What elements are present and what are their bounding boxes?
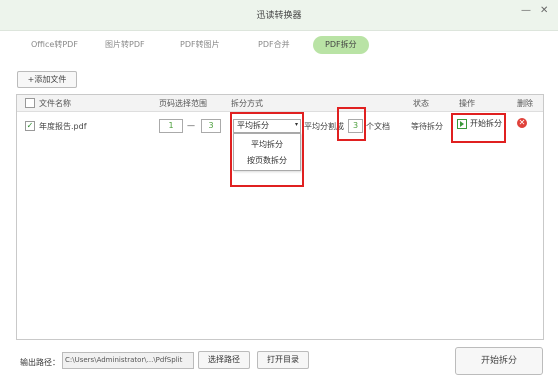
column-page-range: 页码选择范围 [159, 99, 207, 108]
choose-path-button[interactable]: 选择路径 [198, 351, 250, 369]
file-table: 文件名称 页码选择范围 拆分方式 状态 操作 删除 ✓ 年度报告.pdf 1 —… [16, 94, 544, 340]
highlight-start-split [451, 113, 506, 143]
tab-image-to-pdf[interactable]: 图片转PDF [105, 39, 145, 50]
open-directory-button[interactable]: 打开目录 [257, 351, 309, 369]
column-status: 状态 [413, 99, 429, 108]
tab-pdf-split[interactable]: PDF拆分 [313, 36, 369, 54]
column-filename: 文件名称 [39, 99, 71, 108]
select-all-checkbox[interactable] [25, 98, 35, 108]
column-delete: 删除 [517, 99, 533, 108]
status-text: 等待拆分 [411, 122, 443, 131]
table-header: 文件名称 页码选择范围 拆分方式 状态 操作 删除 [17, 95, 543, 112]
app-window: 迅读转换器 — ✕ Office转PDF 图片转PDF PDF转图片 PDF合并… [0, 0, 558, 392]
page-range-separator: — [187, 121, 195, 130]
title-bar: 迅读转换器 — ✕ [0, 0, 558, 31]
delete-icon[interactable]: ✕ [517, 118, 527, 128]
tab-pdf-merge[interactable]: PDF合并 [258, 39, 290, 50]
output-path-label: 输出路径： [20, 358, 60, 367]
tab-bar: Office转PDF 图片转PDF PDF转图片 PDF合并 PDF拆分 [0, 36, 558, 56]
highlight-split-count [337, 107, 366, 141]
page-from-input[interactable]: 1 [159, 119, 183, 133]
column-action: 操作 [459, 99, 475, 108]
page-to-input[interactable]: 3 [201, 119, 221, 133]
start-split-button[interactable]: 开始拆分 [455, 347, 543, 375]
window-title: 迅读转换器 [256, 11, 302, 21]
tab-office-to-pdf[interactable]: Office转PDF [31, 39, 78, 50]
file-name: 年度报告.pdf [39, 122, 87, 131]
row-checkbox[interactable]: ✓ [25, 121, 35, 131]
close-icon[interactable]: ✕ [540, 5, 548, 16]
column-split-mode: 拆分方式 [231, 99, 263, 108]
split-count-suffix: 个文档 [366, 122, 390, 131]
minimize-icon[interactable]: — [521, 5, 531, 16]
add-file-button[interactable]: +添加文件 [17, 71, 77, 88]
output-path-field[interactable]: C:\Users\Administrator\...\PdfSplit [62, 352, 194, 369]
highlight-split-mode [230, 112, 304, 187]
tab-pdf-to-image[interactable]: PDF转图片 [180, 39, 220, 50]
